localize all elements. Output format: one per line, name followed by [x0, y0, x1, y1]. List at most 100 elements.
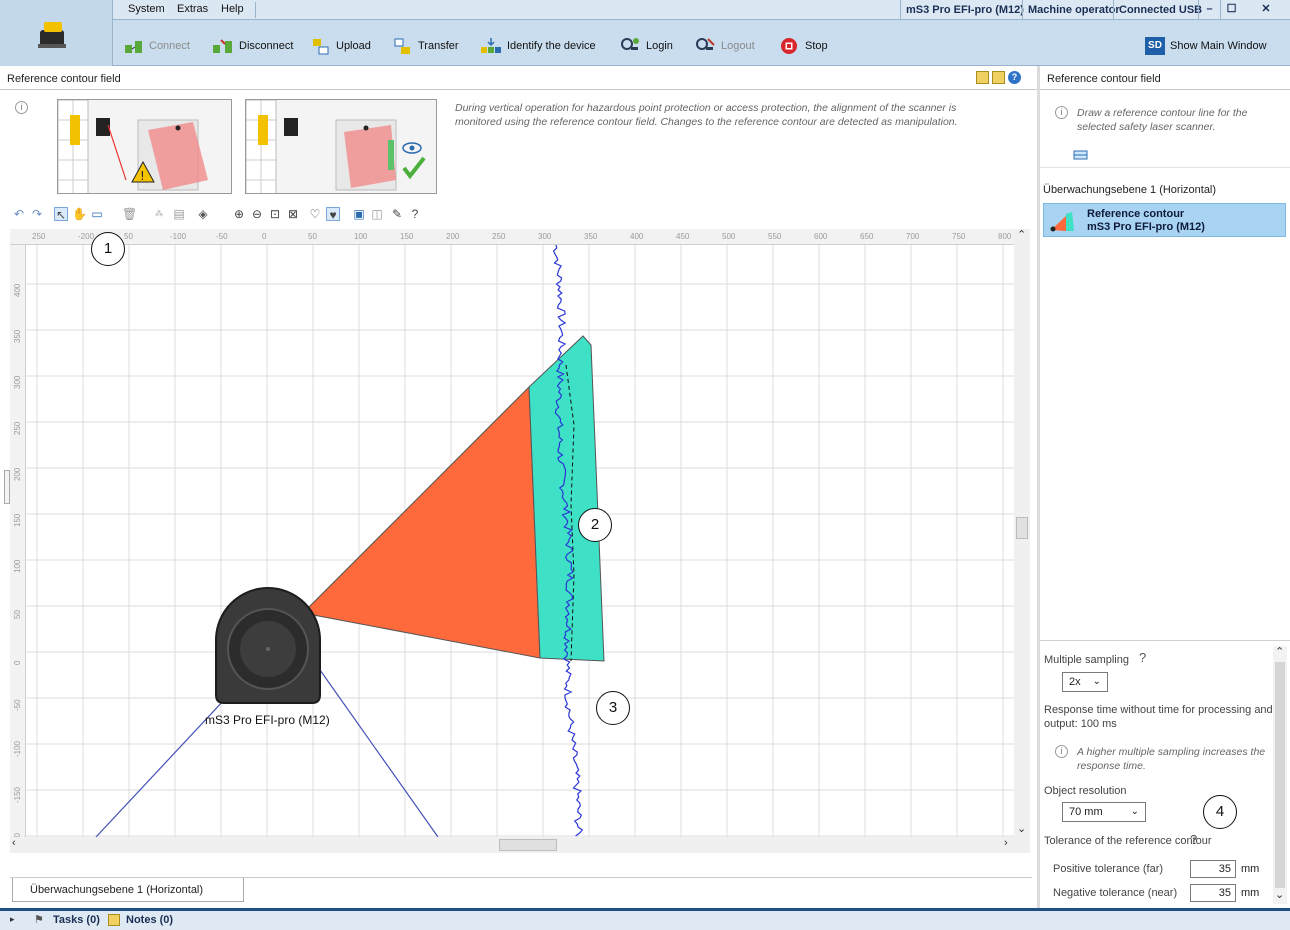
menu-divider [255, 2, 256, 18]
undo-icon[interactable]: ↶ [12, 207, 26, 221]
transfer-button[interactable]: Transfer [393, 37, 459, 55]
ruler-x-label: 150 [400, 232, 414, 241]
warning-field[interactable] [301, 385, 541, 659]
settings-scrollbar[interactable]: ⌃ ⌄ [1273, 646, 1287, 904]
maximize-button[interactable]: ☐ [1220, 0, 1242, 20]
scroll-up-icon[interactable]: ⌃ [1017, 228, 1026, 241]
panel-header-tools: ? [976, 71, 1021, 84]
zoom-fit-icon[interactable]: ⊡ [268, 207, 282, 221]
pan-hand-icon[interactable]: ✋ [72, 207, 87, 221]
notes-add-icon[interactable] [976, 71, 989, 84]
expand-icon[interactable]: ▸ [10, 914, 15, 925]
ruler-y-label: 100 [13, 559, 22, 573]
disconnect-button[interactable]: Disconnect [212, 37, 293, 55]
zoom-in-icon[interactable]: ⊕ [232, 207, 246, 221]
selected-contour-item[interactable]: Reference contour mS3 Pro EFI-pro (M12) [1043, 203, 1286, 237]
scroll-down-icon[interactable]: ⌄ [1017, 822, 1026, 835]
notes-link[interactable]: Notes (0) [126, 914, 173, 926]
menu-extras[interactable]: Extras [177, 3, 208, 15]
upload-icon [313, 39, 329, 55]
zoom-out-icon[interactable]: ⊖ [250, 207, 264, 221]
menu-system[interactable]: System [128, 3, 165, 15]
ruler-x-label: 600 [814, 232, 828, 241]
horizontal-scroll-thumb[interactable] [499, 839, 557, 851]
contour-tool-icon[interactable] [1073, 149, 1089, 161]
aligned-scanner-illustration-icon [246, 100, 426, 193]
stop-button[interactable]: Stop [780, 37, 828, 55]
right-info-icon: i [1055, 106, 1068, 119]
vertical-scrollbar[interactable]: ⌃ ⌄ [1014, 229, 1030, 837]
multiple-sampling-select[interactable]: 2x ⌄ [1062, 672, 1108, 692]
sd-badge-icon: SD [1145, 37, 1165, 55]
login-label: Login [646, 40, 673, 52]
horizontal-scrollbar[interactable]: ‹ › [10, 837, 1030, 853]
question-icon[interactable]: ? [408, 207, 422, 221]
tab-monitoring-plane[interactable]: Überwachungsebene 1 (Horizontal) [12, 878, 244, 902]
field-editor-canvas[interactable] [26, 245, 1014, 837]
connect-label: Connect [149, 40, 190, 52]
scroll-right-icon[interactable]: › [1004, 837, 1008, 849]
ruler-x-label: 700 [906, 232, 920, 241]
callout-2: 2 [578, 508, 612, 542]
vertical-scroll-thumb[interactable] [1016, 517, 1028, 539]
object-resolution-value: 70 mm [1069, 806, 1103, 818]
menu-help[interactable]: Help [221, 3, 244, 15]
settings-scroll-up-icon[interactable]: ⌃ [1275, 645, 1284, 658]
help-icon[interactable]: ? [1008, 71, 1021, 84]
zoom-area-icon[interactable]: ⊠ [286, 207, 300, 221]
header-divider [0, 89, 1038, 90]
stop-label: Stop [805, 40, 828, 52]
select-pointer-icon[interactable]: ↖ [54, 207, 68, 222]
scanner-device[interactable] [215, 587, 321, 704]
reference-contour-field[interactable] [528, 335, 605, 662]
chevron-down-icon: ⌄ [1130, 806, 1139, 817]
ruler-x-label: 50 [124, 232, 133, 241]
settings-scroll-down-icon[interactable]: ⌄ [1275, 888, 1284, 901]
scroll-left-icon[interactable]: ‹ [12, 837, 16, 849]
multiple-sampling-help-icon[interactable]: ? [1139, 650, 1146, 665]
device-status: mS3 Pro EFI-pro (M12) [900, 0, 1029, 20]
connect-button[interactable]: Connect [124, 37, 190, 55]
ruler-x-label: -200 [78, 232, 95, 241]
image-icon[interactable]: ▣ [352, 207, 366, 221]
login-button[interactable]: Login [619, 37, 673, 55]
panel-splitter[interactable] [1037, 66, 1040, 908]
identify-device-icon [481, 38, 501, 53]
reference-contour-item-icon [1050, 212, 1074, 232]
redo-icon[interactable]: ↷ [30, 207, 44, 221]
notes-view-icon[interactable] [992, 71, 1005, 84]
illustration-misaligned: ! [57, 99, 232, 194]
collapse-handle[interactable] [4, 470, 10, 504]
upload-button[interactable]: Upload [311, 37, 371, 55]
ruler-x-label: 200 [446, 232, 460, 241]
ruler-x-label: 650 [860, 232, 874, 241]
wrench-icon[interactable]: ✎ [390, 207, 404, 221]
layers-icon[interactable]: ◫ [370, 207, 384, 221]
identify-device-button[interactable]: Identify the device [480, 37, 596, 55]
tasks-link[interactable]: Tasks (0) [53, 914, 100, 926]
field-edit-icon[interactable]: ♥ [326, 207, 340, 222]
shape-menu-icon[interactable]: ▤ [172, 207, 186, 221]
grid-size-icon[interactable]: ⁂ [152, 207, 166, 221]
delete-icon[interactable]: 🗑 [122, 207, 137, 221]
object-resolution-select[interactable]: 70 mm ⌄ [1062, 802, 1146, 822]
connect-icon [125, 41, 142, 53]
logout-button[interactable]: Logout [694, 37, 755, 55]
ruler-x-label: 0 [262, 232, 267, 241]
identify-device-label: Identify the device [507, 40, 596, 52]
field-view-icon[interactable]: ♡ [308, 207, 322, 221]
settings-scroll-thumb[interactable] [1275, 662, 1285, 888]
app-logo [0, 0, 113, 66]
show-main-window-button[interactable]: SD Show Main Window [1145, 37, 1267, 55]
negative-tolerance-input[interactable]: 35 [1190, 884, 1236, 902]
close-button[interactable]: ✕ [1255, 0, 1277, 20]
positive-tolerance-input[interactable]: 35 [1190, 860, 1236, 878]
minimize-button[interactable]: – [1198, 0, 1220, 20]
fill-bucket-icon[interactable]: ◈ [196, 207, 210, 221]
logout-key-icon [696, 38, 715, 50]
ruler-x-label: 750 [952, 232, 966, 241]
ruler-x-label: 800 [998, 232, 1012, 241]
draw-contour-icon[interactable]: ▭ [90, 207, 104, 221]
tolerance-help-icon[interactable]: ? [1190, 832, 1197, 847]
disconnect-icon [213, 39, 232, 53]
